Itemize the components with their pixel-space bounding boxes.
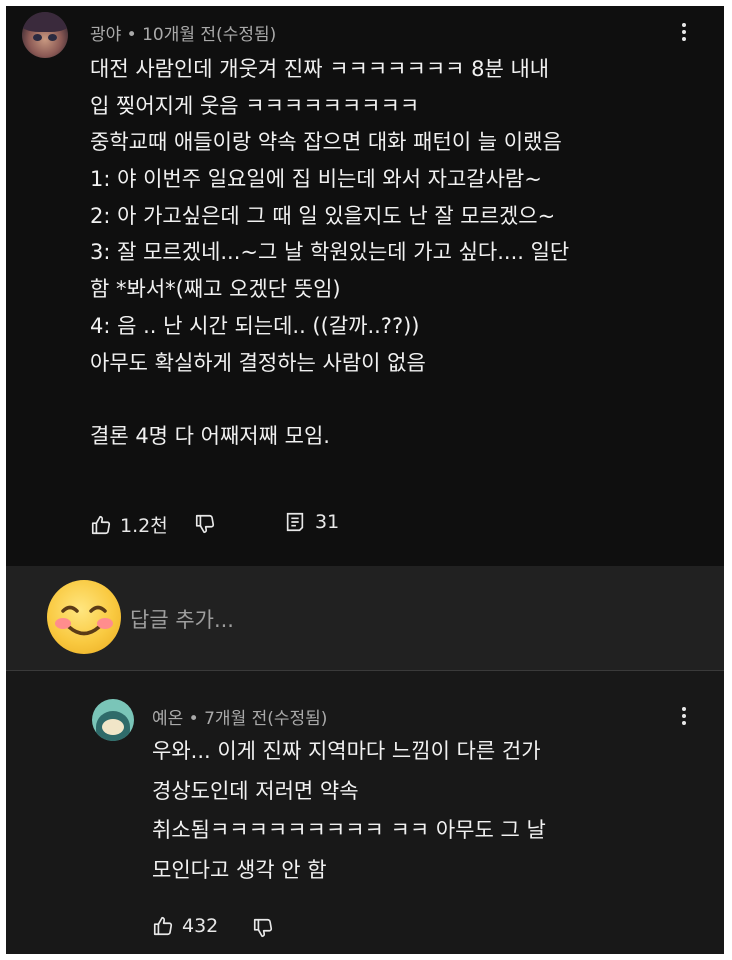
thumbs-up-icon [91,515,111,534]
reply-like-button[interactable]: 432 [152,915,218,937]
reply-dislike-button[interactable] [252,917,274,939]
comment-line: 함 *봐서*(째고 오겠단 뜻임) [90,277,341,302]
replies-button[interactable]: 31 [284,511,339,533]
reply-timestamp: • 7개월 전(수정됨) [183,709,328,729]
more-vertical-icon[interactable] [672,20,696,44]
like-count: 1.2천 [120,515,168,537]
thumbs-up-icon [153,916,173,936]
top-level-comment: 광야 • 10개월 전(수정됨) 대전 사람인데 개웃겨 진짜 ㅋㅋㅋㅋㅋㅋㅋ … [6,6,724,566]
reply-author-avatar[interactable] [92,699,134,741]
reply-input[interactable]: 답글 추가... [130,604,234,634]
user-avatar [47,580,121,654]
comment-line [90,381,569,418]
comment-body: 대전 사람인데 개웃겨 진짜 ㅋㅋㅋㅋㅋㅋㅋ 8분 내내 입 찢어지게 웃음 ㅋ… [90,51,569,455]
comment-author[interactable]: 광야 [90,25,121,45]
comment-line: 대전 사람인데 개웃겨 진짜 ㅋㅋㅋㅋㅋㅋㅋ 8분 내내 [90,57,550,81]
comment-line: 중학교때 애들이랑 약속 잡으면 대화 패턴이 늘 이랬음 [90,130,562,155]
comment-timestamp: • 10개월 전(수정됨) [121,25,277,45]
comment-thread: 광야 • 10개월 전(수정됨) 대전 사람인데 개웃겨 진짜 ㅋㅋㅋㅋㅋㅋㅋ … [6,6,724,954]
dislike-button[interactable] [194,513,216,535]
comment-line: 3: 잘 모르겠네...~그 날 학원있는데 가고 싶다.... 일단 [90,240,570,265]
reply-comment-icon [286,512,304,532]
comment-line: 1: 야 이번주 일요일에 집 비는데 와서 자고갈사람~ [90,167,542,192]
reply-meta: 예온 • 7개월 전(수정됨) [152,704,327,729]
comment-meta: 광야 • 10개월 전(수정됨) [90,20,276,45]
reply-count: 31 [315,511,340,533]
comment-line: 입 찢어지게 웃음 ㅋㅋㅋㅋㅋㅋㅋㅋㅋ [90,93,420,118]
thumbs-down-icon [253,918,273,938]
reply-comment: 예온 • 7개월 전(수정됨) 우와... 이게 진짜 지역마다 느낌이 다른 … [6,671,724,954]
reply-line: 우와... 이게 진짜 지역마다 느낌이 다른 건가 [152,739,541,763]
more-vertical-icon[interactable] [672,704,696,728]
reply-line: 취소됨ㅋㅋㅋㅋㅋㅋㅋㅋㅋ ㅋㅋ 아무도 그 날 [152,818,546,842]
comment-line: 4: 음 .. 난 시간 되는데.. ((갈까..??)) [90,313,420,338]
add-reply-bar[interactable]: 답글 추가... [6,566,724,670]
reply-line: 모인다고 생각 안 함 [152,857,327,882]
like-button[interactable]: 1.2천 [90,511,168,538]
reply-body: 우와... 이게 진짜 지역마다 느낌이 다른 건가 경상도인데 저러면 약속 … [152,732,546,890]
reply-line: 경상도인데 저러면 약속 [152,778,359,803]
reply-author[interactable]: 예온 [152,709,183,729]
thumbs-down-icon [195,514,215,534]
smiling-face-icon [61,605,107,636]
reply-like-count: 432 [182,915,219,937]
comment-line: 결론 4명 다 어째저째 모임. [90,423,330,448]
comment-line: 아무도 확실하게 결정하는 사람이 없음 [90,350,426,375]
commenter-avatar[interactable] [22,12,68,58]
comment-line: 2: 아 가고싶은데 그 때 일 있을지도 난 잘 모르겠으~ [90,203,556,228]
